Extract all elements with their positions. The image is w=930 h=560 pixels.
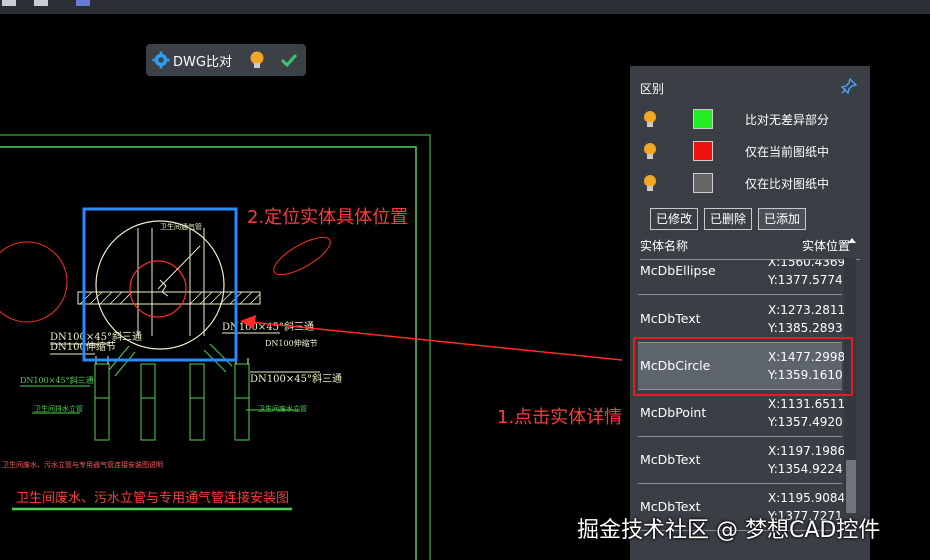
table-header: 实体名称 实体位置 bbox=[640, 229, 860, 260]
entity-y: Y:1354.9224 bbox=[768, 462, 843, 476]
table-row[interactable]: McDbText X:1273.2811 Y:1385.2893 bbox=[638, 296, 846, 343]
lightbulb-icon[interactable] bbox=[642, 142, 658, 160]
drawing-caption: 卫生间废水、污水立管与专用通气管连接安装图 bbox=[16, 490, 289, 506]
toolbar-title[interactable]: DWG比对 bbox=[173, 51, 232, 70]
entity-x: X:1273.2811 bbox=[768, 303, 846, 317]
table-row[interactable]: McDbText X:1197.1986 Y:1354.9224 bbox=[638, 437, 846, 484]
scrollbar-thumb[interactable] bbox=[846, 460, 856, 513]
cad-label: DN100×45°斜三通 bbox=[250, 372, 342, 385]
legend-label: 比对无差异部分 bbox=[745, 113, 830, 127]
tab-modified[interactable]: 已修改 bbox=[650, 208, 699, 230]
lower-pipes bbox=[94, 343, 250, 441]
legend-row-same: 比对无差异部分 bbox=[630, 109, 870, 131]
entity-x: X:1131.6511 bbox=[768, 397, 846, 411]
entity-x: X:1195.9084 bbox=[768, 491, 846, 505]
diff-tabs: 已修改 已删除 已添加 bbox=[650, 208, 807, 230]
pipe-section-circle bbox=[95, 220, 225, 350]
difference-panel: 区别 比对无差异部分 仅在当前图纸中 仅在比对图纸中 已修改 已删除 已添加 实… bbox=[630, 66, 870, 560]
gear-icon[interactable] bbox=[152, 51, 170, 69]
top-bar bbox=[0, 0, 930, 14]
table-row[interactable]: McDbPoint X:1131.6511 Y:1357.4920 bbox=[638, 390, 846, 437]
lightbulb-icon[interactable] bbox=[642, 110, 658, 128]
entity-name: McDbText bbox=[640, 311, 701, 326]
cad-label: DN100伸缩节 bbox=[265, 338, 318, 348]
entity-x: X:1560.4369 bbox=[768, 260, 846, 269]
panel-title: 区别 bbox=[640, 82, 665, 96]
annotation-locate: 2.定位实体具体位置 bbox=[247, 207, 409, 228]
red-ellipse bbox=[273, 236, 331, 276]
table-row[interactable]: McDbEllipse X:1560.4369 Y:1377.5774 bbox=[638, 260, 846, 295]
scroll-up-arrow-icon[interactable] bbox=[848, 238, 856, 243]
legend-row-current: 仅在当前图纸中 bbox=[630, 141, 870, 163]
cad-label: 卫生间废水、污水立管与专用通气管连接安装图说明 bbox=[2, 460, 163, 469]
tab-added[interactable]: 已添加 bbox=[758, 208, 807, 230]
lightbulb-icon[interactable] bbox=[642, 174, 658, 192]
lightbulb-icon[interactable] bbox=[248, 50, 266, 70]
entity-name: McDbPoint bbox=[640, 405, 707, 420]
selected-row-highlight bbox=[633, 337, 853, 396]
cad-label: 卫生间排水立管 bbox=[34, 404, 83, 413]
slab-hatch bbox=[79, 291, 261, 305]
entity-y: Y:1357.4920 bbox=[768, 415, 843, 429]
entity-name: McDbText bbox=[640, 452, 701, 467]
leader-line bbox=[157, 245, 201, 290]
legend-label: 仅在比对图纸中 bbox=[745, 177, 830, 191]
watermark: 掘金技术社区 @ 梦想CAD控件 bbox=[577, 518, 881, 543]
color-swatch-red bbox=[693, 141, 713, 161]
color-swatch-gray bbox=[693, 173, 713, 193]
entity-y: Y:1385.2893 bbox=[768, 321, 843, 335]
cad-label: DN100×45°斜三通 bbox=[20, 375, 94, 385]
toolbar-icon[interactable] bbox=[34, 0, 48, 6]
toolbar-icon[interactable] bbox=[76, 0, 90, 6]
entity-x: X:1197.1986 bbox=[768, 444, 846, 458]
dwg-compare-toolbar: DWG比对 bbox=[146, 44, 306, 76]
cad-label: 卫生间废水立管 bbox=[258, 404, 307, 413]
tab-deleted[interactable]: 已删除 bbox=[704, 208, 753, 230]
column-header-name: 实体名称 bbox=[640, 239, 689, 253]
color-swatch-green bbox=[693, 109, 713, 129]
entity-name: McDbEllipse bbox=[640, 263, 716, 278]
legend-row-compare: 仅在比对图纸中 bbox=[630, 173, 870, 195]
cad-label: 卫生间通气管 bbox=[160, 222, 202, 231]
red-circle-left bbox=[0, 241, 68, 323]
annotation-click: 1.点击实体详情 bbox=[497, 407, 623, 428]
entity-y: Y:1377.5774 bbox=[768, 273, 843, 287]
pin-icon[interactable] bbox=[840, 77, 858, 95]
toolbar-icon[interactable] bbox=[2, 0, 16, 6]
column-header-position: 实体位置 bbox=[801, 239, 850, 253]
floor-slab bbox=[77, 291, 261, 305]
vertical-pipes bbox=[137, 228, 205, 336]
checkmark-icon[interactable] bbox=[280, 52, 298, 68]
legend-label: 仅在当前图纸中 bbox=[745, 145, 830, 159]
